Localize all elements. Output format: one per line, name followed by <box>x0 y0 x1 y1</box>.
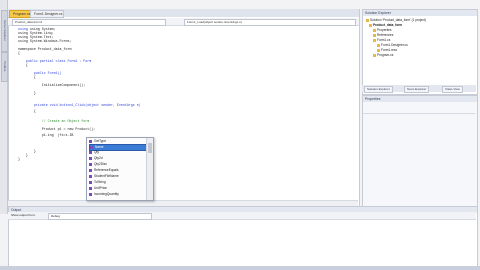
tree-item[interactable]: Form1.Designer.cs <box>377 43 408 47</box>
tree-item[interactable]: Solution 'Product_data_form' (1 project) <box>366 18 426 22</box>
code-line-text: } <box>18 91 36 95</box>
side-tool-strip: Server Explorer Toolbox <box>0 0 8 214</box>
document-tabs: Program.cs Form1.Designer.cs <box>8 9 359 18</box>
intellisense-item[interactable]: ReferenceEquals <box>89 168 145 173</box>
method-icon <box>89 139 92 143</box>
solution-explorer-title: Solution Explorer <box>363 10 477 16</box>
method-icon <box>89 180 92 184</box>
code-area[interactable]: using using System; using System.Linq; u… <box>18 27 348 202</box>
intellisense-item[interactable]: Qty <box>89 150 145 155</box>
code-line: private void button1_Click(object sender… <box>18 103 141 107</box>
code-line-text: using System.Windows.Forms; <box>18 39 72 43</box>
code-line-text: { <box>18 51 20 55</box>
code-line-text: public partial class Form1 : Form <box>18 59 92 63</box>
property-icon <box>90 145 93 149</box>
status-bar <box>0 266 480 270</box>
tree-item[interactable]: Form1.resx <box>377 48 397 52</box>
code-line: InitializeComponent(); <box>18 83 86 87</box>
tree-item[interactable]: Program.cs <box>373 53 393 57</box>
code-line-text: InitializeComponent(); <box>18 83 86 87</box>
file-icon <box>373 53 376 57</box>
code-line: namespace Product_data_form <box>18 47 71 51</box>
properties-title: Properties <box>363 96 477 102</box>
output-show-label: Show output from: <box>11 213 36 217</box>
tab-team-explorer[interactable]: Team Explorer <box>404 86 430 93</box>
code-line-text: { <box>18 109 36 113</box>
property-icon <box>89 150 92 154</box>
code-line: { <box>18 75 36 79</box>
solution-icon <box>366 18 369 22</box>
code-line-text: p1.ing (fs=s.IB <box>18 133 74 137</box>
code-line-text: // Create an Object form <box>18 119 90 123</box>
server-explorer-tab-label: Server Explorer <box>3 19 7 41</box>
code-line: { <box>18 51 20 55</box>
code-line-text: private void button1_Click(object sender… <box>18 103 141 107</box>
navigation-bar: Product_data.Form1 Form1_Load(object sen… <box>8 18 359 26</box>
tree-item[interactable]: Form1.cs <box>373 38 390 42</box>
code-line-text: } <box>18 157 20 161</box>
code-line: // Create an Object form <box>18 119 90 123</box>
property-icon <box>89 174 92 178</box>
code-line: using System.Windows.Forms; <box>18 39 71 43</box>
form-icon <box>373 38 376 42</box>
intellisense-item[interactable]: StudentFileName <box>89 174 145 179</box>
property-icon <box>89 192 92 196</box>
code-line: public partial class Form1 : Form <box>18 59 91 63</box>
tab-class-view[interactable]: Class View <box>442 86 463 93</box>
type-dropdown[interactable]: Product_data.Form1 <box>12 19 166 26</box>
tab-solution-explorer[interactable]: Solution Explorer <box>364 86 393 93</box>
property-icon <box>89 156 92 160</box>
intellisense-scrollbar[interactable] <box>146 138 153 200</box>
property-icon <box>89 162 92 166</box>
tree-item[interactable]: Properties <box>373 28 392 32</box>
code-line: Product p1 = new Product(); <box>18 127 95 131</box>
output-source-dropdown[interactable]: Debug <box>48 213 152 220</box>
method-icon <box>89 168 92 172</box>
properties-divider <box>363 113 475 114</box>
intellisense-item[interactable]: ToString <box>89 180 145 185</box>
member-dropdown[interactable]: Form1_Load(object sender, EventArgs e) <box>184 19 356 26</box>
code-line-text: { <box>18 75 36 79</box>
file-icon <box>377 48 380 52</box>
intellisense-item[interactable]: IncomingQuantity <box>89 192 145 197</box>
property-icon <box>89 186 92 190</box>
intellisense-item[interactable]: UnitPrice <box>89 186 145 191</box>
code-line: } <box>18 91 36 95</box>
explorer-tabs: Solution Explorer Team Explorer Class Vi… <box>362 85 476 93</box>
code-line: { <box>18 63 28 67</box>
tab-form1-designer[interactable]: Form1.Designer.cs <box>30 10 64 18</box>
code-line-text: { <box>18 63 28 67</box>
intellisense-item[interactable]: Qty2d <box>89 156 145 161</box>
file-icon <box>377 43 380 47</box>
code-line-text: namespace Product_data_form <box>18 47 72 51</box>
code-line: p1.ing (fs=s.IB <box>18 133 74 137</box>
code-line: { <box>18 109 36 113</box>
code-line-text: Product p1 = new Product(); <box>18 127 96 131</box>
intellisense-item[interactable]: Qty2Disc <box>89 162 145 167</box>
tree-item[interactable]: Product_data_form <box>369 23 402 27</box>
scrollbar-thumb[interactable] <box>148 143 152 153</box>
solution-explorer-panel: Solution Explorer Solution 'Product_data… <box>362 9 478 95</box>
code-line: } <box>18 157 20 161</box>
intellisense-popup[interactable]: GetType Name Qty Qty2d Qty2Disc Referenc… <box>86 137 154 201</box>
toolbox-tab-label: Toolbox <box>3 60 7 72</box>
folder-icon <box>373 28 376 32</box>
tree-item[interactable]: References <box>373 33 393 37</box>
folder-icon <box>373 33 376 37</box>
project-icon <box>369 23 372 27</box>
